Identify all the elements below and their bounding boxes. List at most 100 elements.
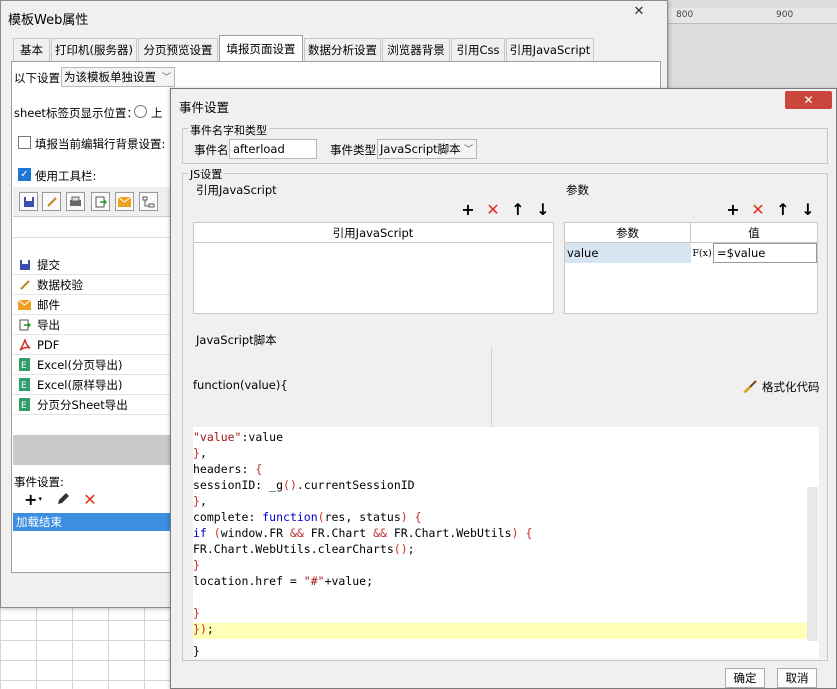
code-line: if (window.FR && FR.Chart && FR.Chart.We… — [193, 526, 533, 540]
mail-icon — [16, 297, 33, 313]
tab-ref-css[interactable]: 引用Css — [451, 38, 505, 61]
ruler-mark-900: 900 — [776, 10, 794, 20]
code-line: "value":value — [193, 430, 284, 444]
remove-ref-js-button[interactable]: ✕ — [483, 199, 503, 219]
pdf-icon — [16, 337, 33, 353]
radio-top[interactable] — [134, 105, 147, 118]
save-icon[interactable] — [19, 192, 38, 211]
event-type-label: 事件类型: — [330, 143, 380, 157]
list-item[interactable]: E 分页分Sheet导出 — [13, 395, 173, 415]
excel-icon: E — [16, 357, 33, 373]
close-icon[interactable]: ✕ — [785, 91, 832, 109]
current-line-highlight — [193, 623, 807, 639]
excel-icon: E — [16, 377, 33, 393]
tab-basic[interactable]: 基本 — [13, 38, 50, 61]
remove-param-button[interactable]: ✕ — [748, 199, 768, 219]
validate-icon — [16, 277, 33, 293]
list-item-label: 数据校验 — [37, 277, 83, 292]
closing-brace: } — [193, 644, 200, 658]
export-icon — [16, 317, 33, 333]
tab-data-analysis[interactable]: 数据分析设置 — [304, 38, 381, 61]
sheet-grid — [0, 600, 180, 689]
script-label: JavaScript脚本 — [196, 333, 277, 347]
tab-ref-javascript[interactable]: 引用JavaScript — [506, 38, 594, 61]
save-icon — [16, 257, 33, 273]
settings-scope-select[interactable]: 为该模板单独设置 ﹀ — [61, 67, 175, 87]
code-line: sessionID: _g().currentSessionID — [193, 478, 415, 492]
tab-page-preview[interactable]: 分页预览设置 — [138, 38, 218, 61]
cancel-button[interactable]: 取消 — [777, 668, 817, 688]
close-icon[interactable]: ✕ — [617, 2, 661, 20]
formula-icon[interactable]: F(x) — [691, 243, 713, 263]
code-scrollbar[interactable] — [807, 487, 818, 641]
chevron-down-icon: ﹀ — [161, 73, 171, 83]
radio-top-label: 上 — [151, 106, 163, 120]
print-icon[interactable] — [66, 192, 85, 211]
tree-icon[interactable] — [139, 192, 158, 211]
move-up-ref-js-button[interactable]: ↑ — [508, 199, 528, 219]
column-ruler — [668, 8, 837, 24]
event-list-item-selected[interactable]: 加载结束 — [13, 513, 173, 531]
code-line: }); — [193, 622, 214, 636]
list-item-label: 提交 — [37, 257, 60, 272]
format-code-button[interactable]: 格式化代码 — [742, 379, 820, 395]
ref-js-label: 引用JavaScript — [196, 183, 277, 197]
move-up-param-button[interactable]: ↑ — [773, 199, 793, 219]
list-item[interactable]: 提交 — [13, 255, 173, 275]
list-item[interactable]: PDF — [13, 335, 173, 355]
function-signature: function(value){ — [193, 378, 288, 392]
param-name-cell[interactable]: value — [565, 243, 691, 263]
svg-text:E: E — [21, 361, 27, 371]
add-ref-js-button[interactable]: + — [458, 199, 478, 219]
list-item[interactable]: 导出 — [13, 315, 173, 335]
code-line: }, — [193, 494, 207, 508]
window-title: 模板Web属性 — [8, 13, 89, 28]
list-item-label: 分页分Sheet导出 — [37, 397, 128, 412]
param-value-input[interactable]: =$value — [713, 243, 817, 263]
code-line: FR.Chart.WebUtils.clearCharts(); — [193, 542, 415, 556]
sheet-tab-position-label: sheet标签页显示位置： — [14, 106, 138, 120]
move-down-ref-js-button[interactable]: ↓ — [533, 199, 553, 219]
excel-icon: E — [16, 397, 33, 413]
mail-icon[interactable] — [115, 192, 134, 211]
event-settings-label: 事件设置: — [14, 475, 64, 489]
svg-text:E: E — [21, 401, 27, 411]
format-code-label: 格式化代码 — [762, 380, 820, 394]
ok-button[interactable]: 确定 — [725, 668, 765, 688]
toolbar-divider — [13, 237, 173, 238]
list-item[interactable]: 数据校验 — [13, 275, 173, 295]
delete-event-button[interactable]: ✕ — [81, 490, 99, 509]
event-name-label: 事件名: — [194, 143, 233, 157]
broom-icon — [742, 380, 758, 394]
params-header-name: 参数 — [565, 223, 691, 243]
edit-event-button[interactable] — [54, 490, 72, 508]
list-item-label: 邮件 — [37, 297, 60, 312]
tab-browser-background[interactable]: 浏览器背景 — [382, 38, 450, 61]
code-line: }, — [193, 446, 207, 460]
export-icon[interactable] — [91, 192, 110, 211]
code-line: headers: { — [193, 462, 263, 476]
add-param-button[interactable]: + — [723, 199, 743, 219]
move-down-param-button[interactable]: ↓ — [798, 199, 818, 219]
use-toolbar-checkbox[interactable]: ✓ — [18, 168, 31, 181]
event-name-input[interactable]: afterload — [229, 139, 317, 159]
code-line: } — [193, 606, 200, 620]
add-event-button[interactable]: + ▾ — [21, 490, 45, 509]
tab-printer-server[interactable]: 打印机(服务器) — [51, 38, 137, 61]
pencil-icon — [58, 493, 69, 504]
ruler-mark-800: 800 — [676, 10, 694, 20]
event-settings-dialog: 事件设置 ✕ 事件名字和类型 事件名: afterload 事件类型: Java… — [170, 88, 837, 689]
svg-text:E: E — [21, 381, 27, 391]
event-type-select[interactable]: JavaScript脚本 ﹀ — [377, 139, 477, 159]
list-item[interactable]: E Excel(分页导出) — [13, 355, 173, 375]
list-item[interactable]: 邮件 — [13, 295, 173, 315]
code-line: complete: function(res, status) { — [193, 510, 422, 524]
use-toolbar-label: 使用工具栏: — [35, 169, 97, 183]
tab-fill-page-settings[interactable]: 填报页面设置 — [219, 35, 303, 62]
settings-scope-value: 为该模板单独设置 — [64, 70, 156, 84]
params-header-value: 值 — [691, 223, 817, 243]
ref-js-column-header: 引用JavaScript — [194, 223, 552, 243]
list-item[interactable]: E Excel(原样导出) — [13, 375, 173, 395]
fill-bg-checkbox[interactable] — [18, 136, 31, 149]
validate-icon[interactable] — [42, 192, 61, 211]
